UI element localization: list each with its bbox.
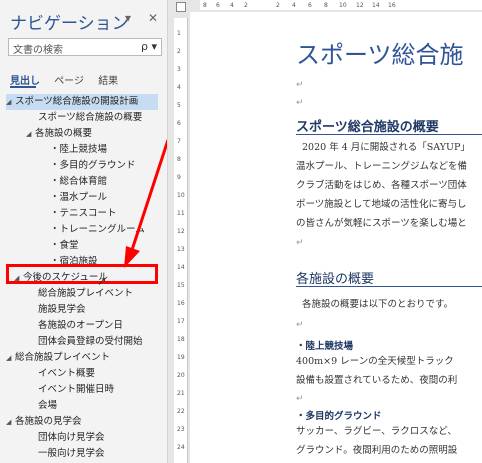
heading-underline (296, 134, 482, 135)
ruler-tick: 23 (177, 426, 185, 433)
ruler-tick: 2 (244, 2, 248, 9)
ruler-tick: 4 (292, 2, 296, 9)
tab-selector[interactable] (176, 2, 186, 12)
ruler-tick: 12 (356, 2, 364, 9)
mouse-cursor-icon: ➚ (97, 274, 108, 288)
body-line: 各施設の概要は以下のとおりです。 (302, 299, 454, 310)
body-line: の皆さんが気軽にスポーツを楽しむ場と (296, 218, 467, 229)
document-page[interactable]: スポーツ総合施 ↵ ↵ スポーツ総合施設の概要 2020 年 4 月に開設される… (190, 12, 482, 463)
ruler-tick: 14 (177, 264, 185, 271)
body-line: ポーツ施設として地域の活性化に寄与し (296, 199, 467, 210)
ruler-tick: 10 (177, 192, 185, 199)
ruler-tick: 15 (177, 282, 185, 289)
subheading-ground: ・多目的グラウンド (296, 411, 382, 422)
ruler-tick: 13 (177, 246, 185, 253)
ruler-tick: 8 (203, 2, 207, 9)
ruler-tick: 19 (177, 354, 185, 361)
body-line: 設備も設置されているため、夜間の利 (296, 375, 458, 386)
paragraph-mark: ↵ (296, 394, 304, 404)
ruler-tick: 8 (177, 156, 181, 163)
ruler-tick: 22 (177, 408, 185, 415)
subheading-track: ・陸上競技場 (296, 341, 354, 352)
ruler-tick: 6 (308, 2, 312, 9)
ruler-tick: 5 (177, 102, 181, 109)
annotation-arrow (124, 139, 167, 268)
body-line: グラウンド。夜間利用のための照明設 (296, 445, 458, 456)
vertical-ruler[interactable]: 1 2 3 4 5 6 7 8 9 10 11 12 13 14 15 16 17 18 19 20 21 22 23 24 (174, 18, 188, 463)
ruler-tick: 16 (388, 2, 396, 9)
ruler-tick: 6 (177, 120, 181, 127)
ruler-tick: 2 (177, 48, 181, 55)
ruler-tick: 20 (177, 372, 185, 379)
ruler-tick: 10 (339, 2, 347, 9)
ruler-tick: 4 (230, 2, 234, 9)
ruler-tick: 4 (177, 84, 181, 91)
heading-underline (296, 286, 482, 287)
ruler-tick: 14 (372, 2, 380, 9)
paragraph-mark: ↵ (296, 320, 304, 330)
paragraph-mark: ↵ (296, 80, 304, 90)
body-line: 温水プール、トレーニングジムなどを備 (296, 161, 468, 172)
annotation-highlight-box (6, 264, 158, 284)
navigation-pane: ナビゲーション ▾ ✕ 文書の検索 ρ ▾ 見出し ページ 結果 ◢ スポーツ総合… (0, 0, 168, 463)
ruler-tick: 9 (177, 174, 181, 181)
ruler-tick: 18 (177, 336, 185, 343)
heading-facilities: 各施設の概要 (296, 272, 375, 287)
ruler-tick: 17 (177, 318, 185, 325)
ruler-tick: 12 (177, 228, 185, 235)
horizontal-ruler[interactable]: 8 6 4 2 2 4 6 8 10 12 14 16 (200, 0, 482, 10)
ruler-tick: 3 (177, 66, 181, 73)
ruler-tick: 6 (216, 2, 220, 9)
ruler-tick: 21 (177, 390, 185, 397)
body-line: クラブ活動をはじめ、各種スポーツ団体 (296, 180, 467, 191)
ruler-tick: 2 (276, 2, 280, 9)
ruler-tick: 8 (324, 2, 328, 9)
body-line: 2020 年 4 月に開設される「SAYUP」 (302, 142, 470, 153)
ruler-tick: 16 (177, 300, 185, 307)
paragraph-mark: ↵ (296, 238, 304, 248)
ruler-tick: 1 (177, 30, 181, 37)
paragraph-mark: ↵ (296, 98, 304, 108)
body-line: サッカー、ラグビー、ラクロスなど、 (296, 426, 457, 437)
ruler-tick: 24 (177, 444, 185, 451)
body-line: 400m×9 レーンの全天候型トラック (296, 356, 454, 367)
ruler-tick: 7 (177, 138, 181, 145)
document-title: スポーツ総合施 (296, 41, 464, 69)
heading-overview: スポーツ総合施設の概要 (296, 120, 439, 135)
ruler-tick: 11 (177, 210, 185, 217)
